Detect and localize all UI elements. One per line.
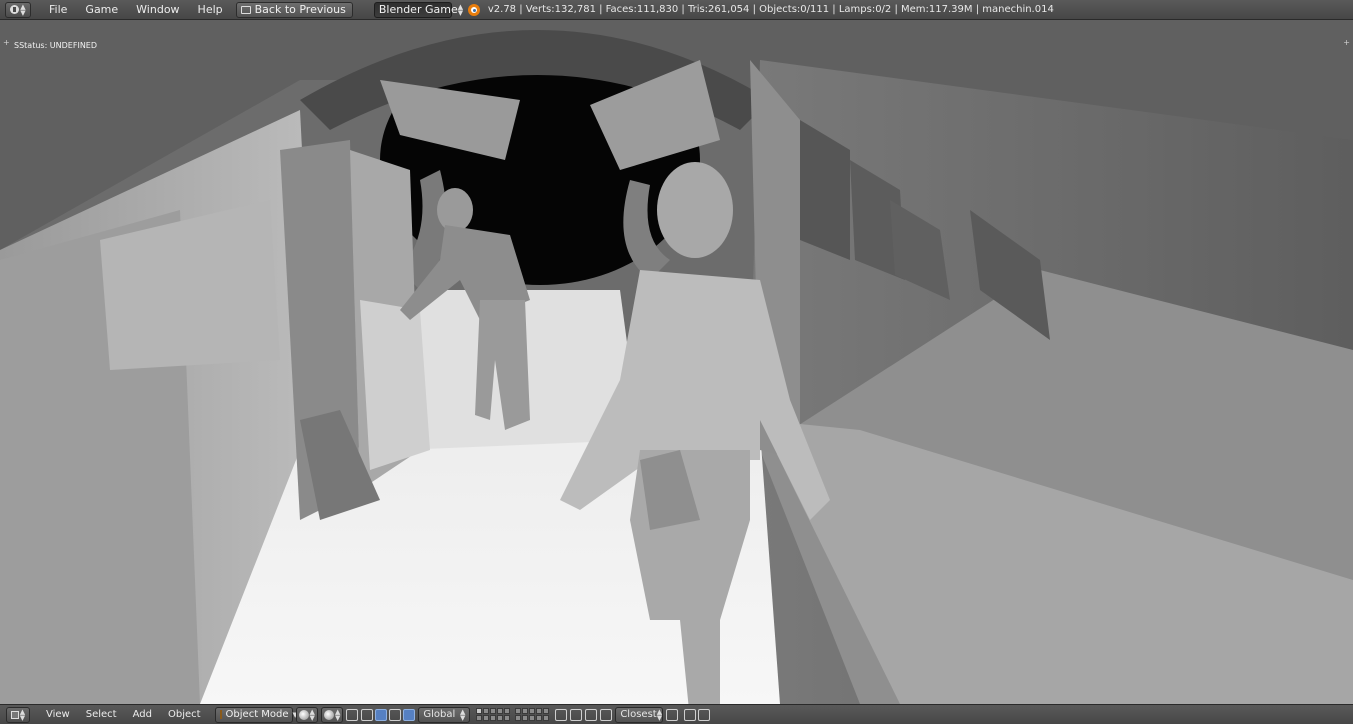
3d-view-header: ▲▼ View Select Add Object Object Mode ▼ …: [0, 704, 1353, 724]
snap-toggle-icon[interactable]: [600, 708, 613, 721]
proportional-edit-icon[interactable]: [585, 708, 598, 721]
menu-select[interactable]: Select: [78, 709, 125, 720]
updown-arrows-icon: ▲ ▼: [457, 2, 464, 17]
layer-buttons: [476, 708, 550, 721]
menu-file[interactable]: File: [40, 3, 76, 16]
shading-sphere-icon: [298, 709, 309, 720]
manipulator-toggle-icon[interactable]: [346, 708, 359, 721]
editor-type-button[interactable]: ▲ ▼: [5, 1, 31, 18]
back-to-previous-label: Back to Previous: [254, 3, 346, 16]
region-expand-left[interactable]: +: [3, 38, 10, 47]
axis-manipulator-icon[interactable]: [361, 708, 374, 721]
main-menu: File Game Window Help: [40, 3, 232, 16]
snap-element-icon[interactable]: [666, 708, 679, 721]
3d-view-icon: [10, 710, 19, 719]
lock-layers-icon[interactable]: [555, 708, 568, 721]
rotate-manipulator-icon[interactable]: [389, 708, 402, 721]
updown-arrows-icon: ▲ ▼: [19, 707, 26, 722]
layer-block-1[interactable]: [476, 708, 511, 721]
interaction-mode-select[interactable]: Object Mode ▼: [214, 706, 298, 723]
menu-add[interactable]: Add: [125, 709, 160, 720]
menu-game[interactable]: Game: [76, 3, 127, 16]
snap-target-value: Closest: [620, 709, 657, 720]
pivot-icon: [323, 709, 334, 720]
transform-orientation-value: Global: [423, 709, 456, 720]
translate-manipulator-icon[interactable]: [375, 708, 388, 721]
viewport-shading-select[interactable]: ▲ ▼: [295, 706, 318, 723]
render-engine-select[interactable]: Blender Game ▲ ▼: [373, 1, 463, 18]
layer-block-2[interactable]: [515, 708, 550, 721]
snap-target-select[interactable]: Closest ▲ ▼: [615, 706, 664, 723]
render-layer-icon[interactable]: [570, 708, 583, 721]
3d-viewport[interactable]: SStatus: UNDEFINED + +: [0, 20, 1353, 704]
menu-help[interactable]: Help: [189, 3, 232, 16]
menu-window[interactable]: Window: [127, 3, 188, 16]
updown-arrows-icon: ▲ ▼: [309, 707, 315, 722]
interaction-mode-value: Object Mode: [225, 709, 289, 720]
editor-type-button-3d[interactable]: ▲ ▼: [6, 706, 30, 723]
updown-arrows-icon: ▲ ▼: [656, 707, 663, 722]
info-icon: [10, 5, 20, 14]
region-expand-right[interactable]: +: [1343, 38, 1350, 47]
view-menu-bar: View Select Add Object: [38, 709, 209, 720]
viewport-render: [0, 20, 1353, 704]
object-mode-icon: [219, 710, 222, 719]
scale-manipulator-icon[interactable]: [403, 708, 416, 721]
blender-logo-icon: [467, 3, 480, 16]
updown-arrows-icon: ▲ ▼: [334, 707, 341, 722]
opengl-render-icon[interactable]: [684, 708, 697, 721]
updown-arrows-icon: ▲ ▼: [459, 707, 466, 722]
menu-object[interactable]: Object: [160, 709, 209, 720]
render-engine-value: Blender Game: [378, 3, 458, 16]
back-to-previous-button[interactable]: Back to Previous: [235, 1, 353, 18]
opengl-animation-icon[interactable]: [698, 708, 711, 721]
status-overlay: SStatus: UNDEFINED: [14, 41, 98, 50]
updown-arrows-icon: ▲ ▼: [20, 2, 26, 17]
scene-statistics: v2.78 | Verts:132,781 | Faces:111,830 | …: [487, 4, 1054, 15]
info-header: ▲ ▼ File Game Window Help Back to Previou…: [0, 0, 1353, 20]
pivot-point-select[interactable]: ▲ ▼: [320, 706, 344, 723]
screen-back-icon: [240, 5, 251, 14]
menu-view[interactable]: View: [38, 709, 78, 720]
transform-orientation-select[interactable]: Global ▲ ▼: [418, 706, 471, 723]
